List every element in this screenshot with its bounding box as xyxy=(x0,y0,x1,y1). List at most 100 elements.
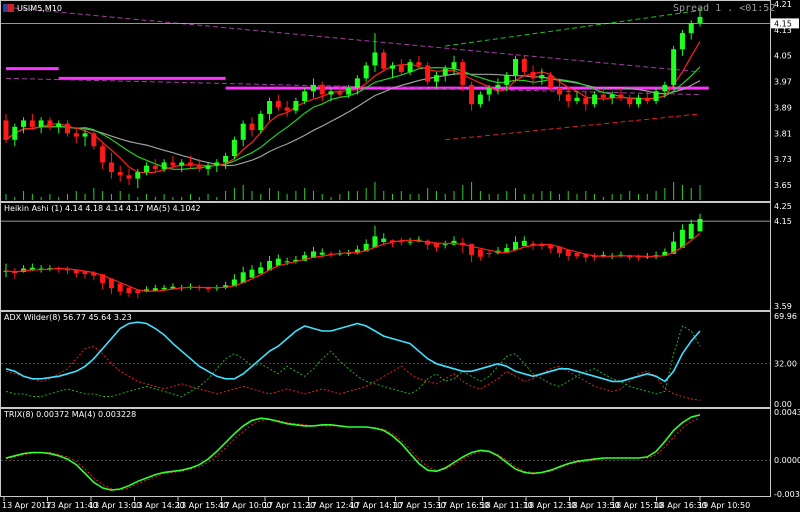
main-candle xyxy=(407,62,413,72)
ha-candle xyxy=(135,290,141,294)
volume-bar xyxy=(242,185,244,200)
trading-chart[interactable]: 4.214.134.053.973.893.813.733.654.154.25… xyxy=(0,0,800,512)
main-candle xyxy=(688,23,694,34)
ha-candle xyxy=(258,267,264,274)
main-candle xyxy=(477,94,483,105)
main-candle xyxy=(73,133,79,137)
main-candle xyxy=(337,91,343,95)
volume-bar xyxy=(260,194,262,200)
ha-candle xyxy=(319,252,325,255)
ha-candle xyxy=(513,241,519,250)
main-candle xyxy=(671,49,677,85)
volume-bar xyxy=(479,191,481,200)
volume-bar xyxy=(488,194,490,200)
main-candle xyxy=(609,94,615,98)
main-candle xyxy=(679,33,685,50)
volume-bar xyxy=(49,194,51,200)
main-candle xyxy=(328,91,334,95)
volume-bar xyxy=(181,197,183,200)
volume-bar xyxy=(558,194,560,200)
main-candle xyxy=(21,120,27,127)
ha-candle xyxy=(117,283,123,292)
main-candle xyxy=(451,62,457,69)
ha-price-tick: 3.59 xyxy=(774,302,792,311)
main-candle xyxy=(284,107,290,111)
volume-bar xyxy=(93,188,95,200)
trix-tick: 0.00436 xyxy=(774,408,800,417)
main-candle xyxy=(390,65,396,69)
main-candle xyxy=(179,162,185,166)
main-candle xyxy=(548,75,554,89)
main-candle xyxy=(565,94,571,101)
main-candle xyxy=(223,155,229,163)
main-candle xyxy=(416,62,422,66)
main-candle xyxy=(258,113,264,131)
main-candle xyxy=(530,71,536,79)
main-candle xyxy=(249,123,255,131)
volume-bar xyxy=(277,191,279,200)
main-candle xyxy=(592,94,598,105)
main-candle xyxy=(267,101,273,114)
volume-bar xyxy=(304,188,306,200)
adx-tick: 69.96 xyxy=(774,312,797,321)
volume-bar xyxy=(400,191,402,200)
ha-candle xyxy=(152,288,158,291)
volume-bar xyxy=(638,194,640,200)
main-price-tick: 3.81 xyxy=(774,129,792,138)
volume-bar xyxy=(541,191,543,200)
ha-candle xyxy=(688,223,694,239)
main-candle xyxy=(152,165,158,169)
volume-bar xyxy=(611,194,613,200)
volume-bar xyxy=(154,197,156,200)
main-candle xyxy=(662,84,668,92)
volume-bar xyxy=(189,194,191,200)
volume-bar xyxy=(348,191,350,200)
main-candle xyxy=(82,133,88,137)
volume-bar xyxy=(233,188,235,200)
volume-bar xyxy=(664,188,666,200)
volume-bar xyxy=(75,191,77,200)
main-candle xyxy=(521,58,527,72)
main-candle xyxy=(442,68,448,76)
volume-bar xyxy=(374,182,376,200)
main-candle xyxy=(64,123,70,134)
volume-bar xyxy=(462,185,464,200)
main-candle xyxy=(381,52,387,69)
volume-bar xyxy=(550,191,552,200)
volume-bar xyxy=(532,194,534,200)
main-candle xyxy=(3,120,9,140)
ha-candle xyxy=(407,241,413,243)
volume-bar xyxy=(392,194,394,200)
spread-readout: Spread 1 . <01:52 xyxy=(673,3,775,14)
volume-bar xyxy=(567,191,569,200)
adx-tick: 32.00 xyxy=(774,360,797,369)
volume-bar xyxy=(620,194,622,200)
main-price-tick: 3.65 xyxy=(774,181,792,190)
volume-bar xyxy=(295,191,297,200)
main-candle xyxy=(126,175,132,179)
current-price-label: 4.15 xyxy=(774,19,792,28)
volume-bar xyxy=(31,194,33,200)
main-candle xyxy=(161,162,167,169)
main-candle xyxy=(539,75,545,79)
ha-candle xyxy=(249,269,255,278)
ha-candle xyxy=(442,244,448,246)
ha-candle xyxy=(504,248,510,252)
main-candle xyxy=(56,123,62,127)
volume-bar xyxy=(137,197,139,200)
main-candle xyxy=(644,97,650,101)
main-candle xyxy=(583,97,589,105)
main-candle xyxy=(205,165,211,169)
main-candle xyxy=(618,94,624,98)
main-candle xyxy=(108,162,114,173)
main-candle xyxy=(275,101,281,108)
volume-bar xyxy=(198,197,200,200)
volume-bar xyxy=(523,194,525,200)
volume-bar xyxy=(251,191,253,200)
chart-background xyxy=(0,0,800,512)
volume-bar xyxy=(216,197,218,200)
volume-bar xyxy=(427,188,429,200)
volume-bar xyxy=(128,194,130,200)
volume-bar xyxy=(365,188,367,200)
volume-bar xyxy=(699,185,701,200)
